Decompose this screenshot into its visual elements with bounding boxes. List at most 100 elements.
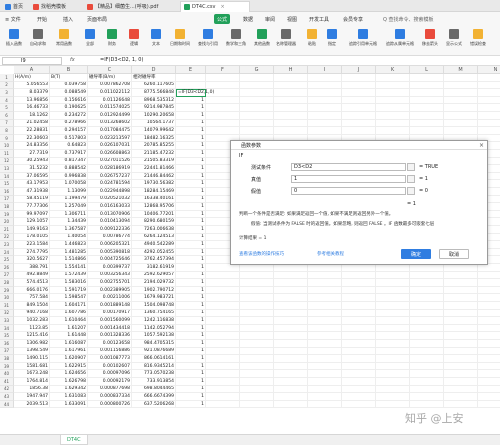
table-cell[interactable] [206, 264, 240, 272]
table-cell[interactable]: 1 [176, 210, 206, 219]
table-cell[interactable] [376, 385, 410, 394]
table-cell[interactable] [206, 309, 240, 318]
table-cell[interactable] [478, 340, 500, 348]
table-cell[interactable]: 43.17953 [14, 180, 50, 188]
table-cell[interactable] [410, 378, 444, 386]
table-cell[interactable]: 0.001156886 [88, 347, 132, 356]
table-cell[interactable] [444, 385, 478, 394]
column-header[interactable]: E [176, 66, 206, 74]
table-cell[interactable]: 58.45119 [14, 195, 50, 204]
table-cell[interactable] [308, 294, 342, 302]
table-cell[interactable] [342, 294, 376, 302]
table-cell[interactable]: 0.517803 [50, 134, 88, 143]
table-cell[interactable] [240, 89, 274, 97]
arg-input-test[interactable]: D3<D2 [291, 163, 406, 171]
table-cell[interactable]: 0.011022112 [88, 89, 132, 97]
table-cell[interactable] [240, 309, 274, 318]
table-cell[interactable]: 0.00092179 [88, 378, 132, 386]
table-cell[interactable]: 1.626798 [50, 378, 88, 386]
formula-input[interactable]: =IF(D3<D2, 1, 0) [100, 57, 143, 63]
table-cell[interactable]: 0.000800726 [88, 400, 132, 409]
tab-home[interactable]: 首页 [2, 1, 26, 12]
column-header[interactable]: D [132, 66, 176, 74]
table-cell[interactable] [308, 89, 342, 97]
table-cell[interactable] [444, 332, 478, 340]
row-header[interactable]: 16 [0, 188, 14, 196]
table-cell[interactable] [308, 378, 342, 386]
range-picker-icon[interactable] [407, 187, 415, 195]
error-check-button[interactable]: 错误检查 [466, 29, 490, 53]
table-cell[interactable] [478, 370, 500, 378]
table-cell[interactable]: 1 [176, 127, 206, 135]
column-header[interactable]: I [308, 66, 342, 74]
table-cell[interactable] [240, 104, 274, 112]
table-cell[interactable] [206, 104, 240, 112]
tips-link[interactable]: 查看该函数的操作技巧 [239, 251, 284, 257]
table-cell[interactable] [274, 279, 308, 287]
table-cell[interactable]: 1 [176, 104, 206, 112]
table-cell[interactable]: B(T) [50, 74, 88, 82]
table-cell[interactable]: 223.1584 [14, 241, 50, 249]
table-cell[interactable]: 1306.982 [14, 340, 50, 348]
table-cell[interactable]: 1.622915 [50, 362, 88, 371]
table-cell[interactable] [342, 81, 376, 90]
table-cell[interactable] [274, 355, 308, 363]
table-cell[interactable]: 1 [176, 150, 206, 158]
row-header[interactable]: 28 [0, 279, 14, 287]
table-cell[interactable]: 1.631083 [50, 393, 88, 401]
show-formulas-button[interactable]: 显示公式 [442, 29, 466, 53]
table-cell[interactable]: 0.64823 [50, 142, 88, 150]
table-cell[interactable] [274, 81, 308, 90]
table-cell[interactable] [478, 294, 500, 302]
table-cell[interactable]: 1947.947 [14, 393, 50, 401]
table-cell[interactable]: 1 [176, 157, 206, 166]
table-cell[interactable] [376, 309, 410, 318]
table-cell[interactable] [410, 393, 444, 401]
table-cell[interactable] [410, 309, 444, 318]
logic-button[interactable]: 逻辑 [122, 29, 146, 53]
table-cell[interactable] [206, 393, 240, 401]
row-header[interactable]: 12 [0, 157, 14, 166]
table-cell[interactable] [478, 363, 500, 371]
table-cell[interactable] [444, 317, 478, 325]
table-cell[interactable]: 1 [176, 347, 206, 356]
table-cell[interactable]: 12868.95706 [132, 203, 176, 211]
table-cell[interactable]: 666.6674399 [132, 393, 176, 401]
table-cell[interactable]: 16.46733 [14, 104, 50, 112]
table-cell[interactable]: 1.514866 [50, 256, 88, 264]
table-cell[interactable]: 1 [176, 355, 206, 363]
table-cell[interactable] [444, 355, 478, 363]
row-header[interactable]: 17 [0, 195, 14, 204]
row-header[interactable]: 40 [0, 370, 14, 378]
table-cell[interactable]: 0.996838 [50, 172, 88, 181]
table-cell[interactable] [478, 120, 500, 128]
table-cell[interactable]: 0.017084475 [88, 127, 132, 135]
table-cell[interactable] [444, 340, 478, 348]
tab-csv[interactable]: DT4C.csv × [180, 1, 250, 12]
table-cell[interactable] [240, 393, 274, 401]
table-cell[interactable] [240, 370, 274, 378]
table-cell[interactable]: 0.00211006 [88, 294, 132, 302]
table-cell[interactable]: 0.001560099 [88, 317, 132, 325]
table-cell[interactable]: 149.9163 [14, 226, 50, 234]
table-cell[interactable] [478, 74, 500, 82]
table-cell[interactable] [342, 127, 376, 135]
table-cell[interactable]: 0.190625 [50, 104, 88, 112]
trace-precedents-button[interactable]: 追踪引用单元格 [345, 29, 381, 53]
row-header[interactable]: 15 [0, 180, 14, 188]
table-cell[interactable]: 20785.85255 [132, 142, 176, 150]
table-cell[interactable]: 4292.052455 [132, 248, 176, 257]
table-cell[interactable]: 1032.283 [14, 317, 50, 325]
row-header[interactable]: 25 [0, 256, 14, 264]
column-header[interactable]: N [478, 66, 500, 74]
table-cell[interactable]: 1.554141 [50, 264, 88, 272]
table-cell[interactable]: 0.028186919 [88, 165, 132, 173]
table-cell[interactable] [410, 332, 444, 340]
table-cell[interactable]: 1 [176, 362, 206, 371]
table-cell[interactable]: 637.5206268 [132, 400, 176, 409]
table-cell[interactable] [308, 324, 342, 333]
table-cell[interactable]: 21446.84462 [132, 172, 176, 181]
table-cell[interactable] [478, 127, 500, 135]
table-cell[interactable]: 0.234272 [50, 112, 88, 120]
table-cell[interactable] [376, 286, 410, 295]
